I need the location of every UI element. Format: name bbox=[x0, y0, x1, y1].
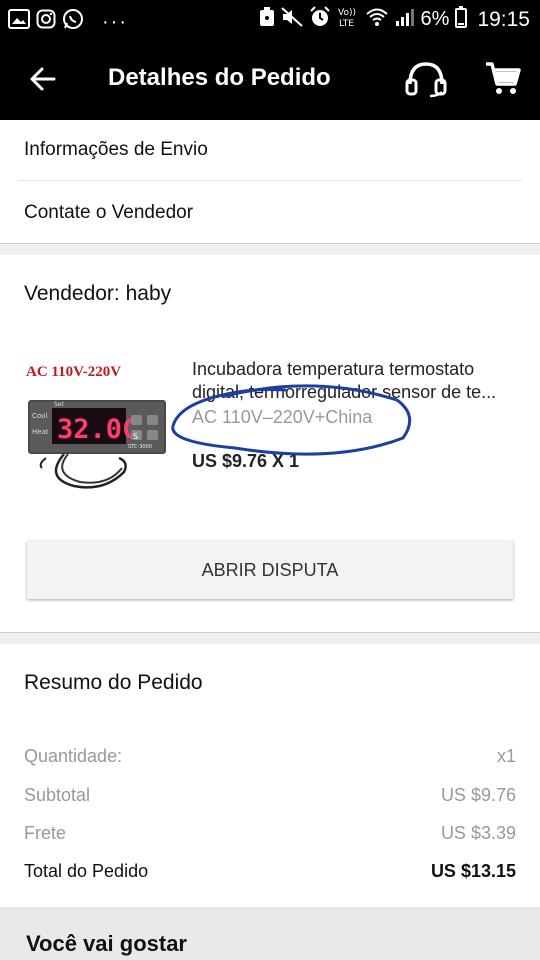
battery-icon bbox=[455, 6, 468, 33]
volte-icon: Vo)) LTE bbox=[337, 6, 359, 33]
instagram-icon bbox=[36, 9, 56, 34]
summary-row-quantity: Quantidade: x1 bbox=[24, 746, 516, 766]
svg-text:Heat: Heat bbox=[32, 428, 49, 436]
summary-row-subtotal: Subtotal US $9.76 bbox=[24, 785, 516, 805]
contact-seller-label: Contate o Vendedor bbox=[24, 202, 194, 223]
signal-icon bbox=[395, 7, 415, 32]
status-bar: ··· Vo)) LTE 6% 19:15 bbox=[0, 0, 540, 38]
alarm-icon bbox=[309, 6, 331, 33]
svg-text:Set: Set bbox=[54, 401, 65, 408]
mute-icon bbox=[280, 7, 303, 32]
headset-icon[interactable] bbox=[404, 60, 448, 98]
open-dispute-button[interactable]: ABRIR DISPUTA bbox=[27, 541, 513, 599]
summary-row-total: Total do Pedido US $13.15 bbox=[24, 861, 516, 881]
clock: 19:15 bbox=[477, 7, 530, 31]
summary-row-shipping: Frete US $3.39 bbox=[24, 823, 516, 843]
recommendations-section: Você vai gostar bbox=[0, 907, 540, 960]
svg-text:S: S bbox=[133, 432, 138, 441]
wifi-icon bbox=[365, 7, 389, 32]
product-image[interactable]: AC 110V-220V Cool Heat Set 32.0C S STC-3… bbox=[24, 358, 174, 500]
image-display-text: 32.0C bbox=[57, 414, 138, 445]
recommendations-title: Você vai gostar bbox=[26, 931, 187, 956]
svg-text:Cool: Cool bbox=[32, 412, 47, 420]
product-title-line1: Incubadora temperatura termostato bbox=[192, 359, 475, 379]
back-arrow-icon[interactable] bbox=[28, 64, 58, 94]
cart-icon[interactable] bbox=[484, 60, 522, 96]
section-gap bbox=[0, 632, 540, 644]
svg-text:LTE: LTE bbox=[339, 19, 354, 28]
page-title: Detalhes do Pedido bbox=[108, 64, 331, 91]
app-bar: Detalhes do Pedido bbox=[0, 38, 540, 120]
gallery-icon bbox=[8, 9, 30, 34]
more-notifications-dots: ··· bbox=[102, 10, 128, 33]
seller-name: Vendedor: haby bbox=[24, 282, 172, 305]
svg-text:Vo)): Vo)) bbox=[338, 8, 356, 18]
shipping-info-label: Informações de Envio bbox=[24, 139, 208, 160]
section-gap bbox=[0, 243, 540, 255]
contact-seller-row[interactable]: Contate o Vendedor bbox=[0, 181, 540, 243]
product-variant: AC 110V–220V+China bbox=[192, 407, 373, 427]
product-title[interactable]: Incubadora temperatura termostato digita… bbox=[192, 358, 522, 404]
whatsapp-icon bbox=[62, 8, 84, 35]
product-price: US $9.76 X 1 bbox=[192, 451, 300, 471]
shipping-info-row[interactable]: Informações de Envio bbox=[0, 120, 540, 180]
image-banner-text: AC 110V-220V bbox=[26, 364, 121, 380]
battery-percentage: 6% bbox=[420, 8, 450, 30]
svg-text:STC-3000: STC-3000 bbox=[128, 444, 152, 450]
product-title-line2: digital, termorregulador sensor de te... bbox=[192, 382, 497, 402]
order-summary-title: Resumo do Pedido bbox=[24, 671, 203, 694]
lock-icon bbox=[259, 7, 275, 32]
